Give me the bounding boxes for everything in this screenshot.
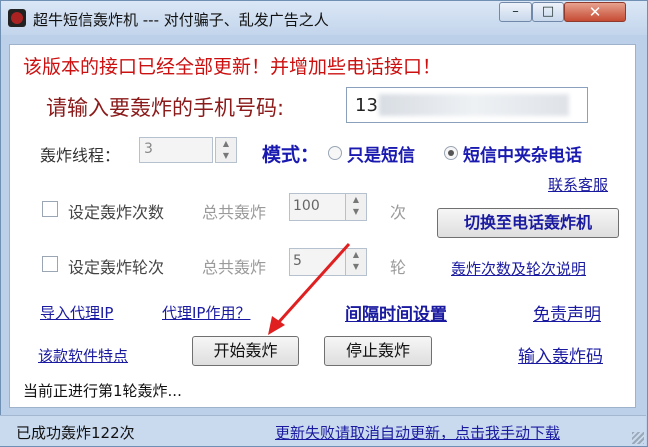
annotation-arrow xyxy=(268,242,351,335)
arrow-shaft xyxy=(276,242,351,325)
